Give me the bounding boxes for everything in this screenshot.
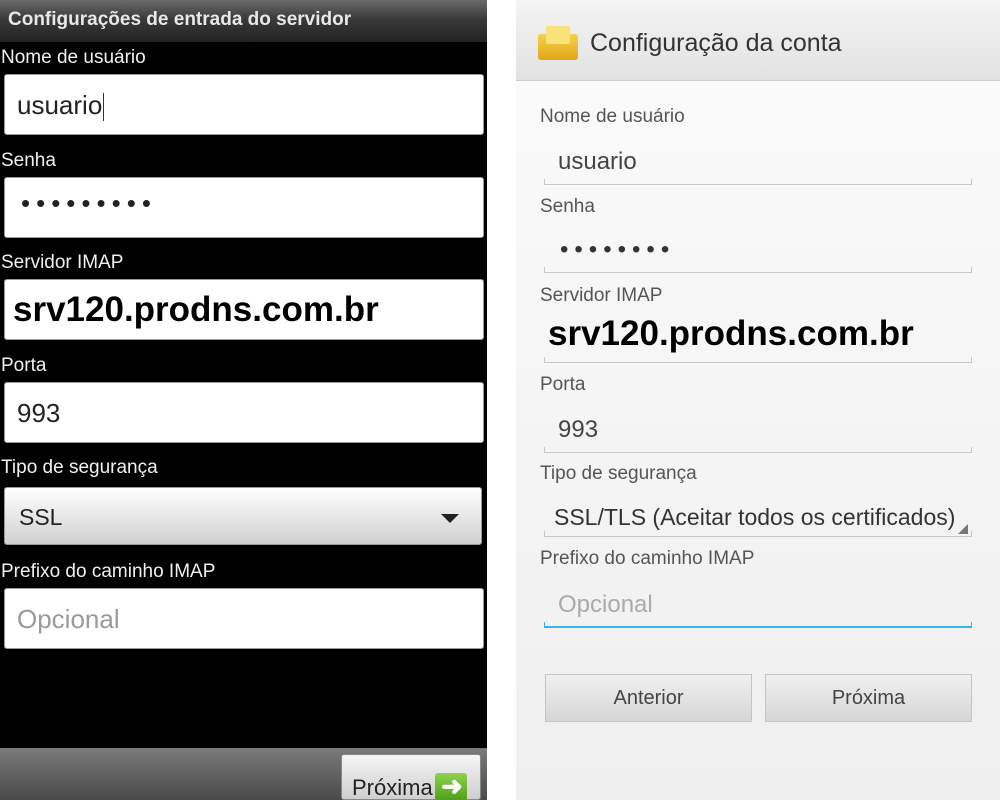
previous-button-label: Anterior bbox=[613, 687, 684, 709]
next-button[interactable]: Próxima ➜ bbox=[341, 754, 481, 800]
security-type-underline bbox=[544, 531, 972, 537]
imap-prefix-underline-focused bbox=[544, 622, 972, 628]
next-button-label: Próxima bbox=[352, 775, 433, 800]
port-label: Porta bbox=[540, 374, 586, 395]
password-input[interactable]: •••••••• bbox=[560, 236, 675, 264]
next-button[interactable]: Próxima bbox=[765, 674, 972, 722]
spinner-corner-icon bbox=[958, 524, 968, 534]
email-envelope-icon bbox=[538, 26, 578, 60]
imap-prefix-label: Prefixo do caminho IMAP bbox=[540, 548, 755, 569]
previous-button[interactable]: Anterior bbox=[545, 674, 752, 722]
imap-server-input[interactable]: srv120.prodns.com.br bbox=[4, 279, 484, 340]
port-value: 993 bbox=[17, 398, 61, 428]
imap-prefix-label: Prefixo do caminho IMAP bbox=[1, 561, 216, 582]
port-input[interactable]: 993 bbox=[558, 416, 598, 444]
port-underline bbox=[544, 447, 972, 453]
username-label: Nome de usuário bbox=[540, 106, 685, 127]
password-input[interactable]: ••••••••• bbox=[4, 177, 484, 238]
green-arrow-right-icon: ➜ bbox=[435, 771, 467, 800]
username-value: usuario bbox=[17, 90, 103, 120]
screen-title: Configurações de entrada do servidor bbox=[8, 9, 352, 30]
screen-title: Configuração da conta bbox=[590, 29, 842, 57]
username-underline bbox=[544, 179, 972, 185]
account-settings-screen: Configuração da conta Nome de usuário us… bbox=[516, 0, 1000, 800]
imap-server-underline bbox=[544, 357, 972, 363]
imap-prefix-placeholder: Opcional bbox=[17, 604, 120, 634]
password-value: ••••••••• bbox=[21, 188, 157, 218]
dropdown-arrow-icon bbox=[441, 514, 459, 523]
imap-server-label: Servidor IMAP bbox=[1, 252, 124, 273]
imap-server-input[interactable]: srv120.prodns.com.br bbox=[548, 314, 914, 354]
next-button-label: Próxima bbox=[831, 687, 906, 709]
imap-prefix-input[interactable]: Opcional bbox=[558, 591, 653, 619]
username-label: Nome de usuário bbox=[1, 47, 146, 68]
security-type-label: Tipo de segurança bbox=[540, 463, 697, 484]
imap-prefix-input[interactable]: Opcional bbox=[4, 588, 484, 649]
security-type-value: SSL bbox=[19, 504, 63, 530]
username-input[interactable]: usuario bbox=[4, 74, 484, 135]
action-bar: Configuração da conta bbox=[516, 0, 1000, 81]
title-bar: Configurações de entrada do servidor bbox=[0, 0, 487, 42]
imap-server-label: Servidor IMAP bbox=[540, 285, 663, 306]
security-type-label: Tipo de segurança bbox=[1, 457, 158, 478]
username-input[interactable]: usuario bbox=[558, 148, 637, 176]
security-type-select[interactable]: SSL bbox=[4, 487, 482, 545]
security-type-spinner[interactable]: SSL/TLS (Aceitar todos os certificados) bbox=[554, 504, 955, 531]
password-label: Senha bbox=[1, 150, 56, 171]
legacy-server-settings-screen: Configurações de entrada do servidor Nom… bbox=[0, 0, 487, 800]
port-label: Porta bbox=[1, 355, 47, 376]
text-cursor bbox=[103, 93, 105, 122]
imap-server-value: srv120.prodns.com.br bbox=[13, 290, 379, 329]
password-label: Senha bbox=[540, 196, 595, 217]
password-underline bbox=[544, 267, 972, 273]
port-input[interactable]: 993 bbox=[4, 382, 484, 443]
